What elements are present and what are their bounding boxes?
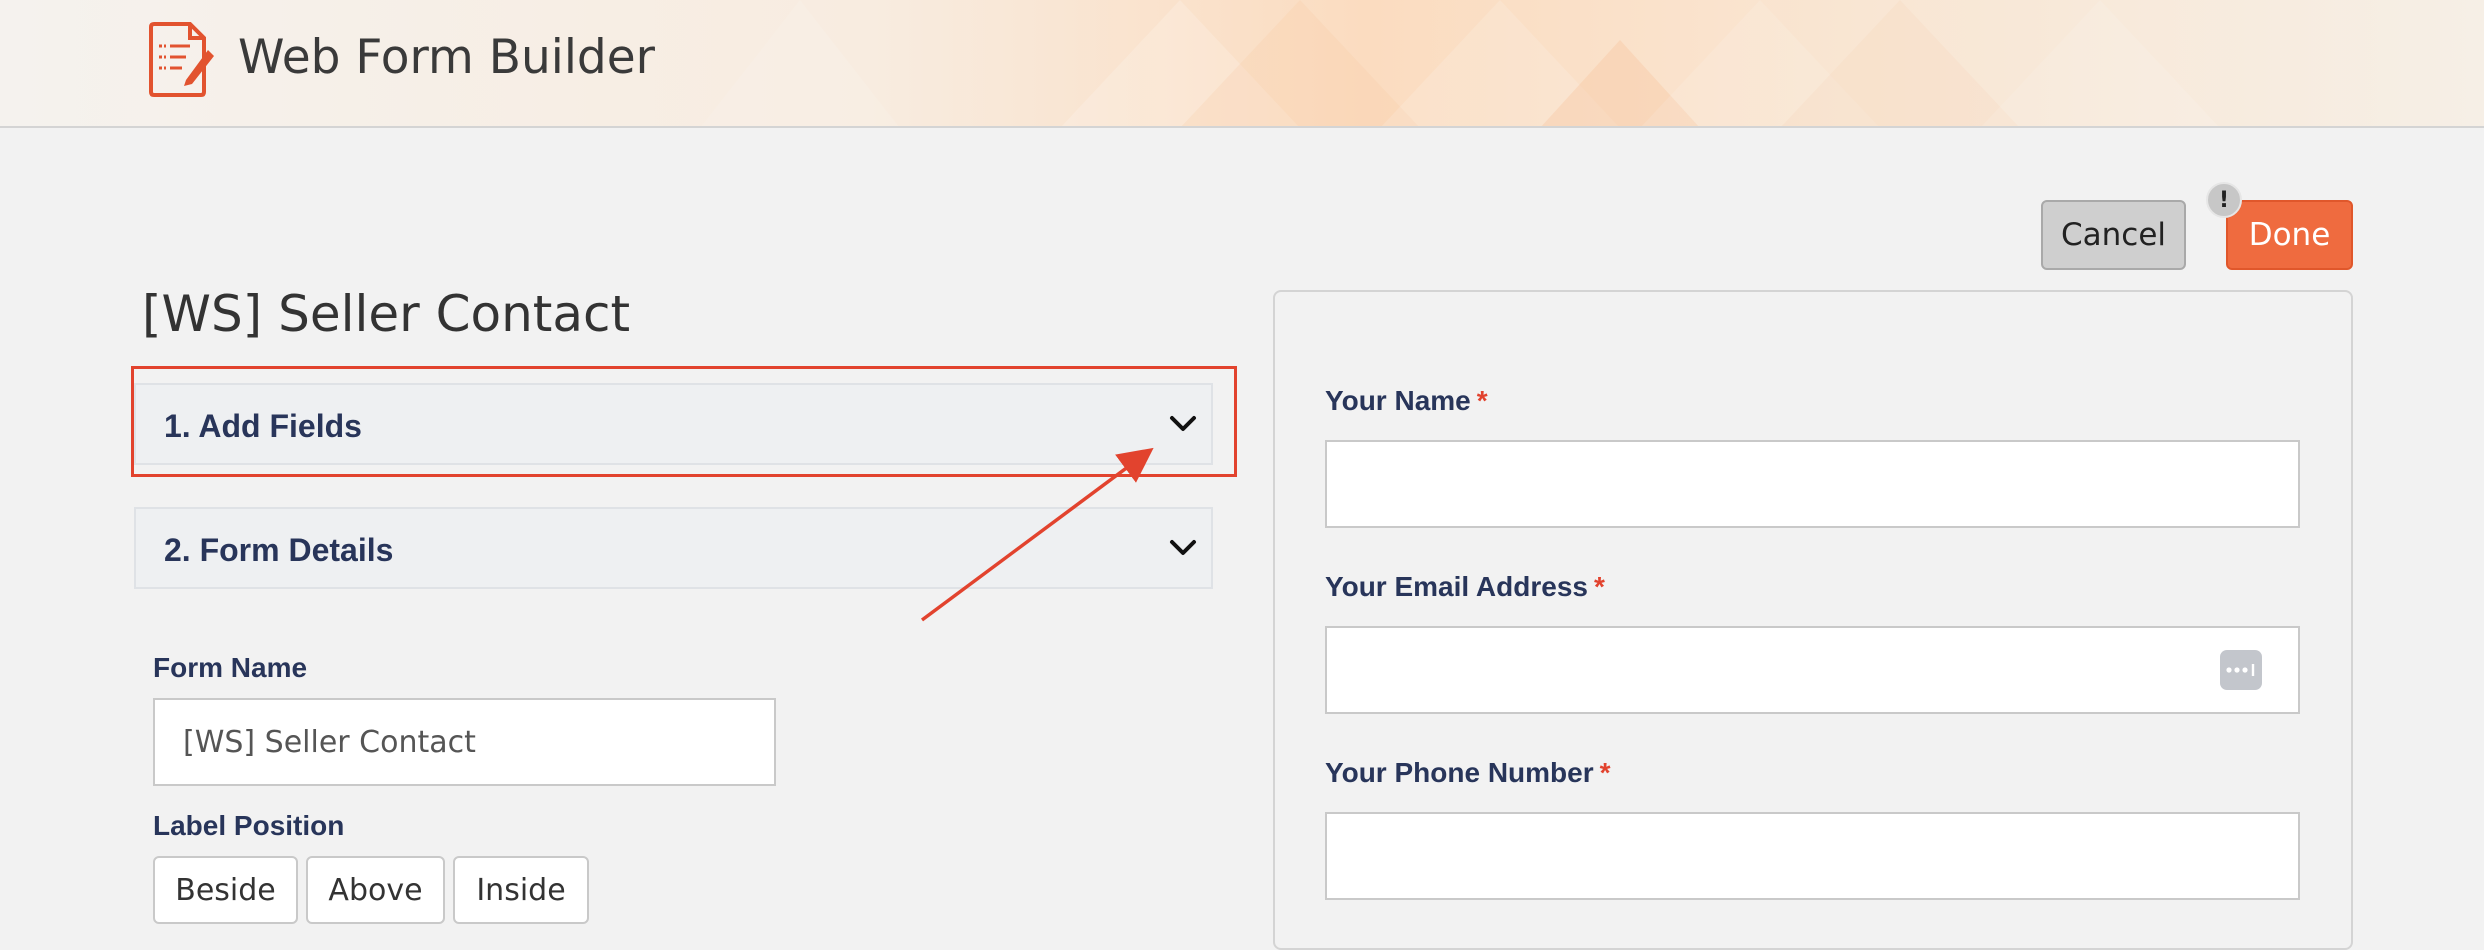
section-label: 2. Form Details — [164, 532, 394, 568]
form-name-input[interactable]: [WS] Seller Contact — [153, 698, 776, 786]
form-title: [WS] Seller Contact — [142, 285, 631, 343]
preview-label-phone: Your Phone Number * — [1325, 757, 1611, 789]
form-name-label: Form Name — [153, 652, 308, 683]
preview-label-text: Your Name — [1325, 385, 1471, 416]
required-marker: * — [1593, 571, 1605, 602]
label-position-inside-button[interactable]: Inside — [453, 856, 589, 924]
preview-label-name: Your Name * — [1325, 385, 1488, 417]
chevron-down-icon[interactable] — [1166, 531, 1200, 565]
preview-name-input[interactable] — [1325, 440, 2300, 528]
required-marker: * — [1599, 757, 1611, 788]
app-title: Web Form Builder — [238, 30, 655, 85]
app-header: Web Form Builder — [0, 0, 2484, 128]
cancel-button[interactable]: Cancel — [2041, 200, 2186, 270]
password-dots-icon — [2226, 664, 2255, 676]
done-button[interactable]: Done — [2226, 200, 2353, 270]
preview-phone-input[interactable] — [1325, 812, 2300, 900]
section-add-fields[interactable]: 1. Add Fields — [134, 383, 1213, 465]
form-edit-icon — [149, 22, 214, 97]
chevron-down-icon[interactable] — [1166, 407, 1200, 441]
preview-label-email: Your Email Address * — [1325, 571, 1605, 603]
preview-label-text: Your Phone Number — [1325, 757, 1594, 788]
required-marker: * — [1476, 385, 1488, 416]
alert-badge: ! — [2206, 182, 2242, 218]
section-form-details[interactable]: 2. Form Details — [134, 507, 1213, 589]
label-position-beside-button[interactable]: Beside — [153, 856, 298, 924]
password-manager-icon[interactable] — [2220, 650, 2262, 690]
preview-email-input[interactable] — [1325, 626, 2300, 714]
label-position-label: Label Position — [153, 810, 345, 841]
preview-label-text: Your Email Address — [1325, 571, 1588, 602]
section-label: 1. Add Fields — [164, 408, 362, 444]
label-position-above-button[interactable]: Above — [306, 856, 445, 924]
